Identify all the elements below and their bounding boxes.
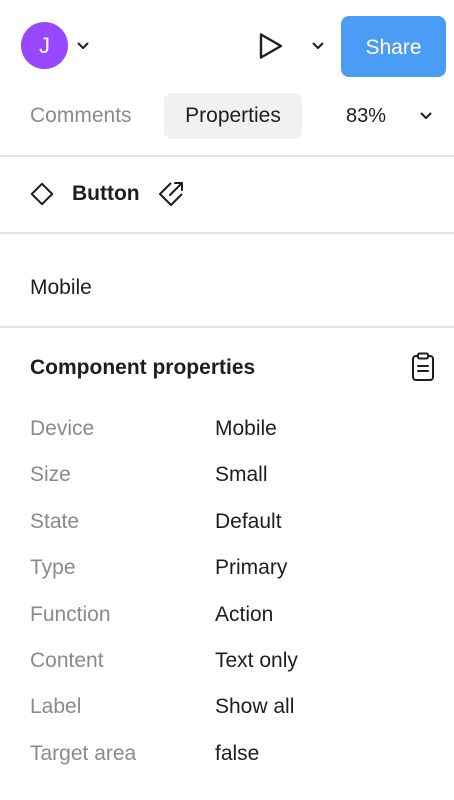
section-title: Component properties <box>30 356 256 379</box>
property-key: Label <box>30 695 82 718</box>
property-row[interactable]: State Default <box>0 502 454 542</box>
property-key: Function <box>30 603 111 626</box>
property-value[interactable]: Action <box>215 595 273 635</box>
top-toolbar: J Share <box>0 0 454 92</box>
property-key: Device <box>30 417 95 440</box>
user-avatar[interactable]: J <box>21 22 68 69</box>
property-row[interactable]: Content Text only <box>0 641 454 681</box>
chevron-down-icon[interactable] <box>75 38 91 54</box>
clipboard-icon[interactable] <box>410 352 436 382</box>
component-name: Button <box>72 182 140 205</box>
divider <box>0 155 454 157</box>
property-key: Type <box>30 556 76 579</box>
property-value[interactable]: Text only <box>215 641 298 681</box>
share-button[interactable]: Share <box>341 16 446 77</box>
play-icon[interactable] <box>252 28 288 64</box>
property-value[interactable]: false <box>215 734 259 774</box>
property-row[interactable]: Device Mobile <box>0 409 454 449</box>
property-row[interactable]: Size Small <box>0 455 454 495</box>
zoom-level[interactable]: 83% <box>346 93 386 139</box>
chevron-down-icon[interactable] <box>310 38 326 54</box>
tab-properties[interactable]: Properties <box>164 93 302 139</box>
variant-label[interactable]: Mobile <box>30 272 92 304</box>
property-value[interactable]: Default <box>215 502 282 542</box>
property-row[interactable]: Type Primary <box>0 548 454 588</box>
diamond-icon <box>30 182 54 206</box>
property-value[interactable]: Show all <box>215 687 294 727</box>
property-value[interactable]: Primary <box>215 548 287 588</box>
divider <box>0 232 454 234</box>
link-icon[interactable] <box>157 180 185 208</box>
property-value[interactable]: Mobile <box>215 409 277 449</box>
property-row[interactable]: Function Action <box>0 595 454 635</box>
divider <box>0 326 454 328</box>
property-key: Size <box>30 463 71 486</box>
property-key: Target area <box>30 742 137 765</box>
properties-panel: J Share Comments Properties 83% Button M… <box>0 0 454 800</box>
tab-comments[interactable]: Comments <box>30 93 132 139</box>
property-row[interactable]: Target area false <box>0 734 454 774</box>
property-key: State <box>30 510 80 533</box>
property-key: Content <box>30 649 104 672</box>
property-row[interactable]: Label Show all <box>0 687 454 727</box>
property-value[interactable]: Small <box>215 455 268 495</box>
chevron-down-icon[interactable] <box>418 108 434 124</box>
